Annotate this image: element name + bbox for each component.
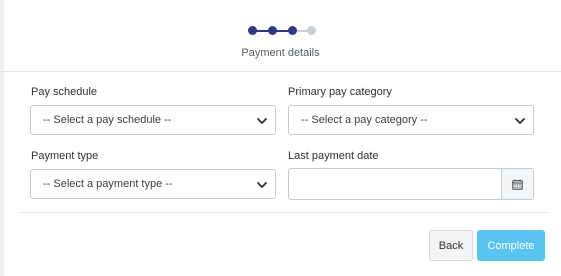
header-divider bbox=[0, 71, 561, 72]
complete-button[interactable]: Complete bbox=[477, 230, 545, 261]
primary-pay-category-label: Primary pay category bbox=[288, 86, 392, 98]
chevron-down-icon bbox=[515, 118, 525, 124]
panel-left-edge bbox=[0, 0, 4, 276]
primary-pay-category-value: -- Select a pay category -- bbox=[301, 114, 428, 126]
progress-stepper bbox=[248, 26, 316, 36]
pay-schedule-value: -- Select a pay schedule -- bbox=[43, 114, 172, 126]
payment-type-value: -- Select a payment type -- bbox=[43, 178, 173, 190]
calendar-icon bbox=[512, 179, 523, 190]
payment-type-label: Payment type bbox=[31, 150, 99, 162]
chevron-down-icon bbox=[257, 182, 267, 188]
primary-pay-category-select[interactable]: -- Select a pay category -- bbox=[288, 105, 534, 135]
last-payment-date-label: Last payment date bbox=[288, 150, 379, 162]
form-divider bbox=[19, 212, 549, 213]
step-dot-4 bbox=[307, 26, 316, 35]
step-dot-3 bbox=[288, 26, 297, 35]
pay-schedule-label: Pay schedule bbox=[31, 86, 98, 98]
last-payment-date-field[interactable] bbox=[288, 168, 534, 200]
step-dot-1 bbox=[248, 26, 257, 35]
back-button[interactable]: Back bbox=[429, 230, 473, 261]
step-dot-2 bbox=[268, 26, 277, 35]
chevron-down-icon bbox=[257, 118, 267, 124]
step-title: Payment details bbox=[241, 47, 320, 59]
pay-schedule-select[interactable]: -- Select a pay schedule -- bbox=[30, 105, 276, 135]
payment-type-select[interactable]: -- Select a payment type -- bbox=[30, 169, 276, 199]
calendar-button[interactable] bbox=[501, 169, 533, 199]
